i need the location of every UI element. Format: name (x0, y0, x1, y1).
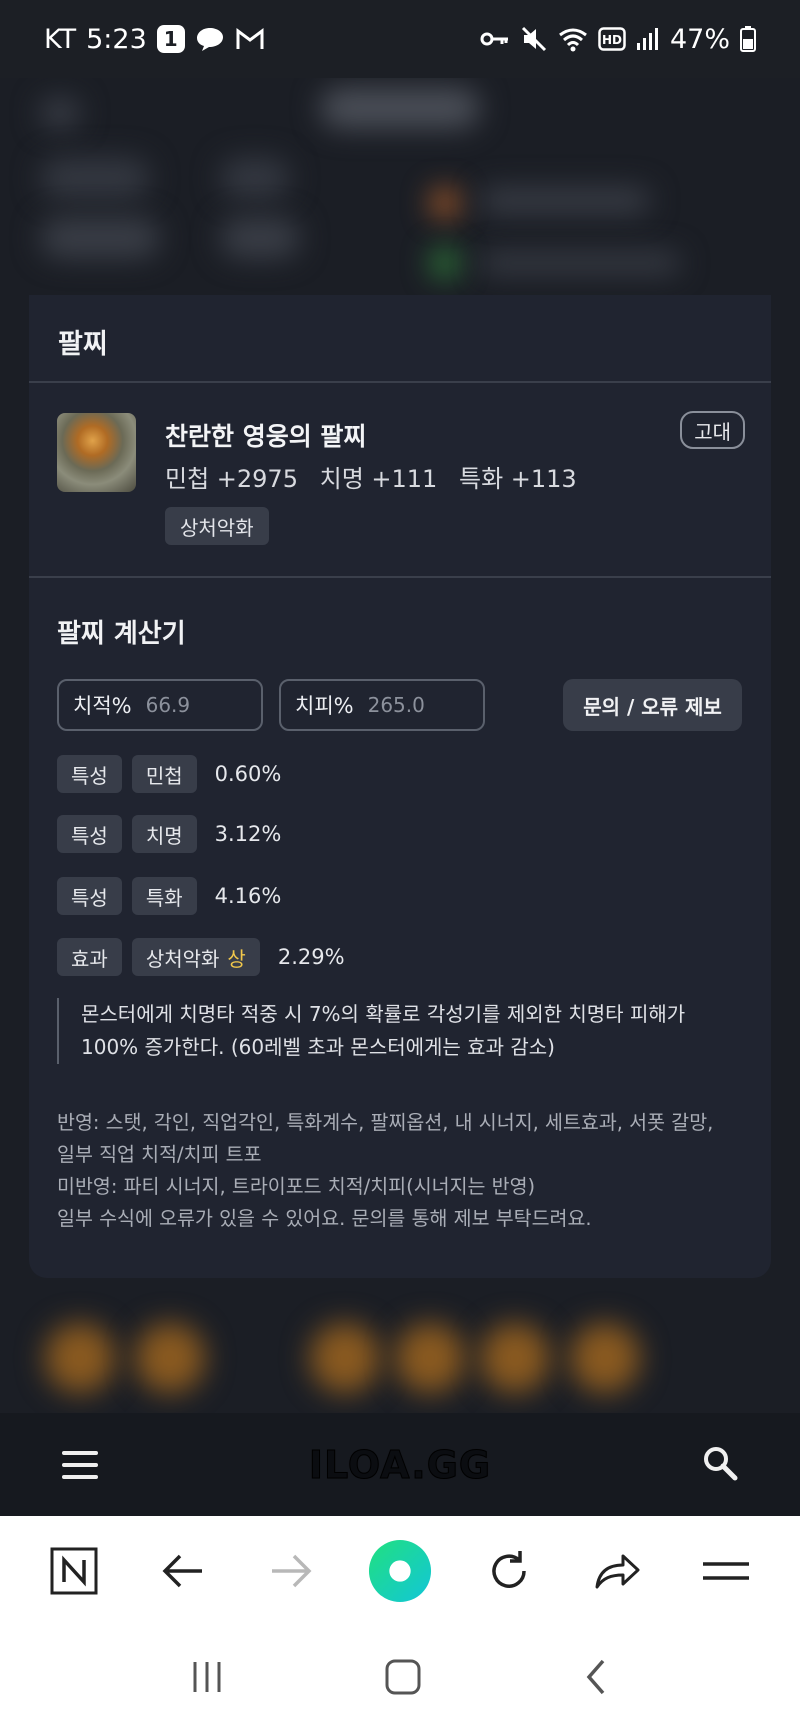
crit-rate-label: 치적% (73, 694, 132, 718)
crit-damage-label: 치피% (295, 694, 354, 718)
item-effect-tag: 상처악화 (165, 507, 269, 545)
battery-percent: 47% (669, 23, 730, 55)
site-logo[interactable]: ILOA.GG (308, 1442, 491, 1487)
notification-badge-icon: 1 (156, 25, 185, 53)
svg-text:HD: HD (602, 33, 622, 47)
effect-row: 효과 상처악화 상 2.29% (57, 938, 345, 976)
effect-description-line: 100% 증가한다. (60레벨 초과 몬스터에게는 효과 감소) (81, 1035, 555, 1059)
item-stat: 특화 +113 (458, 465, 577, 493)
item-name: 찬란한 영웅의 팔찌 (165, 422, 367, 451)
wifi-icon (558, 26, 588, 52)
system-nav-bar (0, 1625, 800, 1733)
option-name-chip: 치명 (131, 815, 197, 853)
crit-rate-input[interactable] (145, 693, 246, 717)
calculator-title: 팔찌 계산기 (57, 619, 186, 649)
search-icon[interactable] (702, 1445, 738, 1485)
report-button[interactable]: 문의 / 오류 제보 (563, 679, 742, 731)
option-type-chip: 특성 (57, 755, 122, 793)
divider (29, 576, 771, 578)
key-icon (480, 29, 510, 49)
note-line: 반영: 스탯, 각인, 직업각인, 특화계수, 팔찌옵션, 내 시너지, 세트효… (57, 1111, 714, 1134)
forward-arrow-icon[interactable] (259, 1539, 323, 1603)
site-nav-bar: ILOA.GG (0, 1413, 800, 1516)
effect-name-chip: 상처악화 상 (131, 938, 260, 976)
browser-menu-icon[interactable] (694, 1539, 758, 1603)
back-nav-icon[interactable] (581, 1657, 611, 1701)
item-grade-badge: 고대 (680, 411, 745, 449)
effect-description: 몬스터에게 치명타 적중 시 7%의 확률로 각성기를 제외한 치명타 피해가 … (57, 998, 717, 1064)
effect-value: 2.29% (277, 945, 345, 969)
hd-icon: HD (598, 27, 626, 51)
effect-description-line: 몬스터에게 치명타 적중 시 7%의 확률로 각성기를 제외한 치명타 피해가 (81, 1002, 686, 1026)
option-value: 4.16% (214, 884, 282, 908)
status-bar: KT 5:23 1 HD 47% (0, 0, 800, 78)
back-arrow-icon[interactable] (151, 1539, 215, 1603)
option-row: 특성 치명 3.12% (57, 815, 281, 853)
bracelet-item-icon (57, 413, 136, 492)
effect-name: 상처악화 (145, 946, 220, 971)
refresh-icon[interactable] (477, 1539, 541, 1603)
mute-icon (520, 26, 548, 52)
share-icon[interactable] (585, 1539, 649, 1603)
effect-grade: 상 (227, 946, 246, 971)
item-stat: 민첩 +2975 (165, 465, 298, 493)
green-dot-home-icon[interactable] (368, 1539, 432, 1603)
option-type-chip: 특성 (57, 877, 122, 915)
bracelet-modal: 팔찌 찬란한 영웅의 팔찌 민첩 +2975 치명 +111 특화 +113 상… (29, 295, 771, 1278)
gmail-icon (235, 27, 265, 51)
option-row: 특성 특화 4.16% (57, 877, 281, 915)
note-line: 일부 수식에 오류가 있을 수 있어요. 문의를 통해 제보 부탁드려요. (57, 1207, 592, 1230)
option-value: 0.60% (214, 762, 282, 786)
browser-toolbar (0, 1516, 800, 1625)
note-line: 일부 직업 치적/치피 트포 (57, 1143, 262, 1166)
menu-icon[interactable] (62, 1450, 98, 1479)
recent-apps-icon[interactable] (189, 1659, 225, 1699)
option-type-chip: 특성 (57, 815, 122, 853)
note-line: 미반영: 파티 시너지, 트라이포드 치적/치피(시너지는 반영) (57, 1175, 536, 1198)
clock: 5:23 (86, 23, 147, 55)
crit-damage-input[interactable] (367, 693, 468, 717)
calculator-notes: 반영: 스탯, 각인, 직업각인, 특화계수, 팔찌옵션, 내 시너지, 세트효… (57, 1107, 747, 1235)
effect-type-chip: 효과 (57, 938, 122, 976)
item-stats: 민첩 +2975 치명 +111 특화 +113 (165, 459, 591, 494)
option-name-chip: 민첩 (131, 755, 197, 793)
crit-rate-field[interactable]: 치적% (57, 679, 263, 731)
option-name-chip: 특화 (131, 877, 197, 915)
crit-damage-field[interactable]: 치피% (279, 679, 485, 731)
item-stat: 치명 +111 (319, 465, 438, 493)
carrier-label: KT (44, 23, 77, 55)
signal-icon (636, 27, 660, 51)
talk-icon (195, 26, 225, 52)
modal-title: 팔찌 (29, 295, 771, 383)
home-button-icon[interactable] (383, 1657, 423, 1701)
option-row: 특성 민첩 0.60% (57, 755, 281, 793)
naver-home-icon[interactable] (42, 1539, 106, 1603)
option-value: 3.12% (214, 822, 282, 846)
battery-icon (740, 26, 756, 52)
